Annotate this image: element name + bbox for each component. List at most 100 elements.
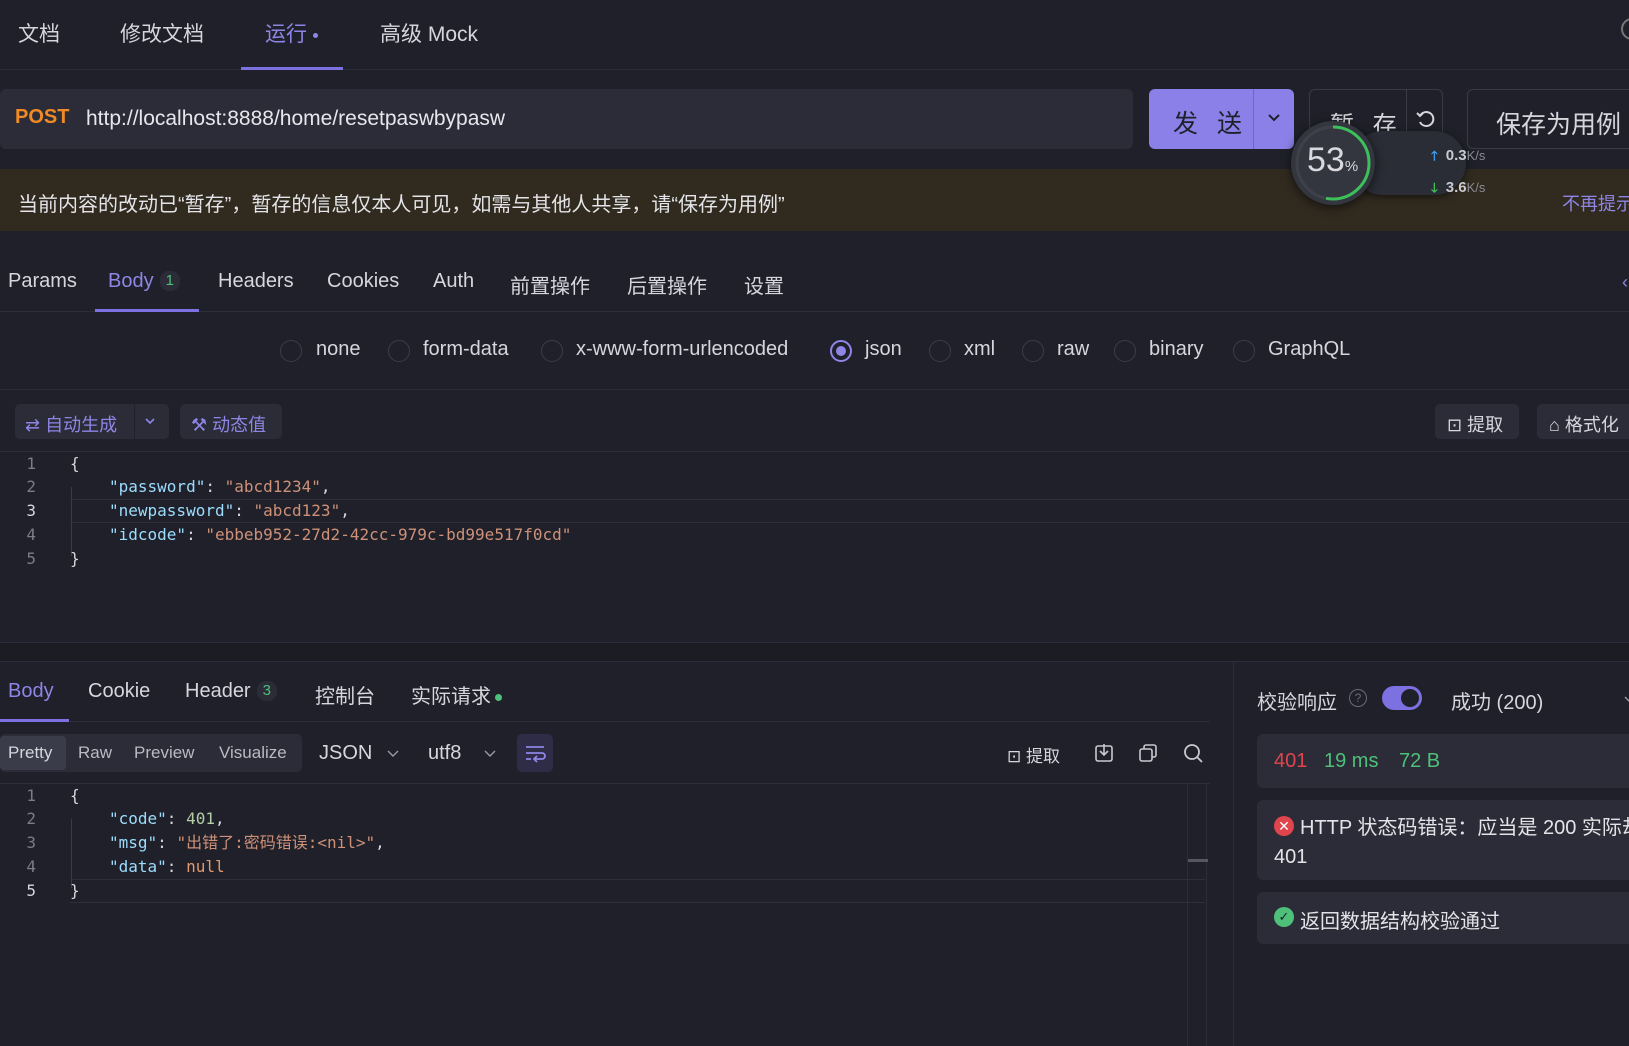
tab-console[interactable]: 控制台 <box>315 680 375 709</box>
json-value: "abcd123" <box>253 501 341 520</box>
tab-run[interactable]: 运行 <box>265 18 318 48</box>
radio-form-data[interactable] <box>388 340 410 362</box>
save-as-case-button[interactable]: 保存为用例 <box>1467 89 1629 149</box>
code-text: "msg": "出错了:密码错误:<nil>", <box>109 833 385 852</box>
chevron-down-icon[interactable] <box>482 746 498 762</box>
usage-percent-value: 53 <box>1307 141 1345 179</box>
tab-actual-request[interactable]: 实际请求 <box>411 680 502 709</box>
chevron-down-icon[interactable] <box>385 746 401 762</box>
tab-edit-docs[interactable]: 修改文档 <box>120 18 204 48</box>
response-scrollbar[interactable] <box>1187 784 1208 1046</box>
circle-icon[interactable] <box>1621 18 1629 40</box>
expected-response-select[interactable]: 成功 (200) <box>1451 686 1543 715</box>
dismiss-notice-link[interactable]: 不再提示 <box>1562 190 1629 216</box>
tab-response-header[interactable]: Header 3 <box>185 680 277 703</box>
tab-body-label: Body <box>108 270 154 292</box>
response-extract-button[interactable]: ⊡ 提取 <box>1007 742 1060 767</box>
line-number: 3 <box>26 501 36 520</box>
tab-response-body[interactable]: Body <box>8 680 54 703</box>
active-tab-indicator <box>241 67 343 70</box>
line-number: 4 <box>26 525 36 544</box>
radio-binary[interactable] <box>1114 340 1136 362</box>
unsaved-dot <box>313 32 318 38</box>
url-input[interactable]: http://localhost:8888/home/resetpaswbypa… <box>86 107 505 131</box>
code-text: "idcode": "ebbeb952-27d2-42cc-979c-bd99e… <box>109 525 572 544</box>
tab-docs[interactable]: 文档 <box>18 18 60 48</box>
view-raw[interactable]: Raw <box>78 743 112 763</box>
extract-button[interactable]: ⊡ 提取 <box>1435 404 1519 439</box>
url-bar: POST http://localhost:8888/home/resetpas… <box>0 89 1133 149</box>
line-number: 2 <box>26 809 36 828</box>
response-body-viewer[interactable]: 1 { 2 "code": 401, 3 "msg": "出错了:密码错误:<n… <box>0 784 1205 1046</box>
radio-urlencoded-label[interactable]: x-www-form-urlencoded <box>576 338 788 361</box>
wrap-icon <box>526 746 546 763</box>
usage-percent: 53% <box>1307 141 1358 180</box>
chevron-down-icon[interactable] <box>1622 692 1629 706</box>
validate-response-label: 校验响应 <box>1257 692 1337 714</box>
tab-auth[interactable]: Auth <box>433 270 474 293</box>
view-visualize[interactable]: Visualize <box>219 743 287 763</box>
format-button[interactable]: ⌂ 格式化 <box>1537 404 1629 439</box>
radio-none[interactable] <box>280 340 302 362</box>
response-extract-label: 提取 <box>1025 747 1060 766</box>
radio-binary-label[interactable]: binary <box>1149 338 1203 361</box>
magic-wand-icon: ⚒ <box>191 415 213 435</box>
body-type-selector: none form-data x-www-form-urlencoded jso… <box>0 312 1629 390</box>
radio-json-label[interactable]: json <box>865 338 902 361</box>
line-number: 1 <box>26 454 36 473</box>
http-method[interactable]: POST <box>15 106 69 129</box>
panel-resize-handle[interactable] <box>0 642 1629 662</box>
request-tab-bar: Params Body 1 Headers Cookies Auth 前置操作 后… <box>0 252 1629 312</box>
view-preview[interactable]: Preview <box>134 743 194 763</box>
code-line: 5 } <box>0 547 1629 571</box>
tab-response-cookie[interactable]: Cookie <box>88 680 150 703</box>
send-button[interactable]: 发 送 <box>1149 89 1294 149</box>
tab-post-actions[interactable]: 后置操作 <box>627 270 707 299</box>
json-value: "ebbeb952-27d2-42cc-979c-bd99e517f0cd" <box>205 525 572 544</box>
chevron-down-icon[interactable] <box>1263 107 1285 129</box>
radio-raw[interactable] <box>1022 340 1044 362</box>
arrow-up-icon: 🡑 <box>1431 148 1438 163</box>
download-icon[interactable] <box>1093 742 1115 764</box>
radio-raw-label[interactable]: raw <box>1057 338 1089 361</box>
help-icon[interactable]: ? <box>1349 689 1367 707</box>
radio-form-data-label[interactable]: form-data <box>423 338 509 361</box>
encoding-select[interactable]: utf8 <box>428 742 461 765</box>
radio-graphql[interactable] <box>1233 340 1255 362</box>
tab-headers[interactable]: Headers <box>218 270 294 293</box>
request-body-editor[interactable]: 1 { 2 "password": "abcd1234", 3 "newpass… <box>0 452 1629 642</box>
search-icon[interactable] <box>1182 742 1204 764</box>
tab-settings[interactable]: 设置 <box>744 270 784 299</box>
validation-panel: 校验响应 ? 成功 (200) 401 19 ms 72 B ✕ HTTP 状态… <box>1233 662 1629 1046</box>
tab-pre-actions[interactable]: 前置操作 <box>510 270 590 299</box>
view-pretty[interactable]: Pretty <box>8 743 52 763</box>
radio-graphql-label[interactable]: GraphQL <box>1268 338 1350 361</box>
format-select[interactable]: JSON <box>319 742 372 765</box>
network-speed-widget[interactable]: 🡑 0.3K/s 🡓 3.6K/s 53% <box>1291 121 1485 205</box>
word-wrap-button[interactable] <box>517 734 553 772</box>
json-trail: , <box>214 809 225 828</box>
tab-body[interactable]: Body 1 <box>108 270 180 293</box>
radio-xml-label[interactable]: xml <box>964 338 995 361</box>
code-line: 1 { <box>0 452 1629 476</box>
radio-none-label[interactable]: none <box>316 338 361 361</box>
copy-icon[interactable] <box>1137 742 1159 764</box>
tab-cookies[interactable]: Cookies <box>327 270 399 293</box>
download-value: 3.6 <box>1445 179 1467 196</box>
auto-generate-button[interactable]: ⇄ 自动生成 <box>15 404 169 439</box>
scrollbar-thumb[interactable] <box>1188 859 1208 862</box>
chevron-down-icon[interactable] <box>141 412 159 430</box>
chevron-left-icon[interactable]: ‹ <box>1622 272 1628 293</box>
validate-toggle[interactable] <box>1382 686 1422 710</box>
line-number: 5 <box>26 549 36 568</box>
radio-urlencoded[interactable] <box>541 340 563 362</box>
radio-xml[interactable] <box>929 340 951 362</box>
dynamic-value-label: ⚒ 动态值 <box>191 411 266 437</box>
code-line: 2 "password": "abcd1234", <box>0 475 1629 499</box>
radio-json[interactable] <box>830 340 852 362</box>
tab-advanced-mock[interactable]: 高级 Mock <box>380 18 478 48</box>
dynamic-value-button[interactable]: ⚒ 动态值 <box>180 404 282 439</box>
tab-params[interactable]: Params <box>8 270 77 293</box>
code-text: "newpassword": "abcd123", <box>109 501 350 520</box>
code-line: 4 "idcode": "ebbeb952-27d2-42cc-979c-bd9… <box>0 523 1629 547</box>
